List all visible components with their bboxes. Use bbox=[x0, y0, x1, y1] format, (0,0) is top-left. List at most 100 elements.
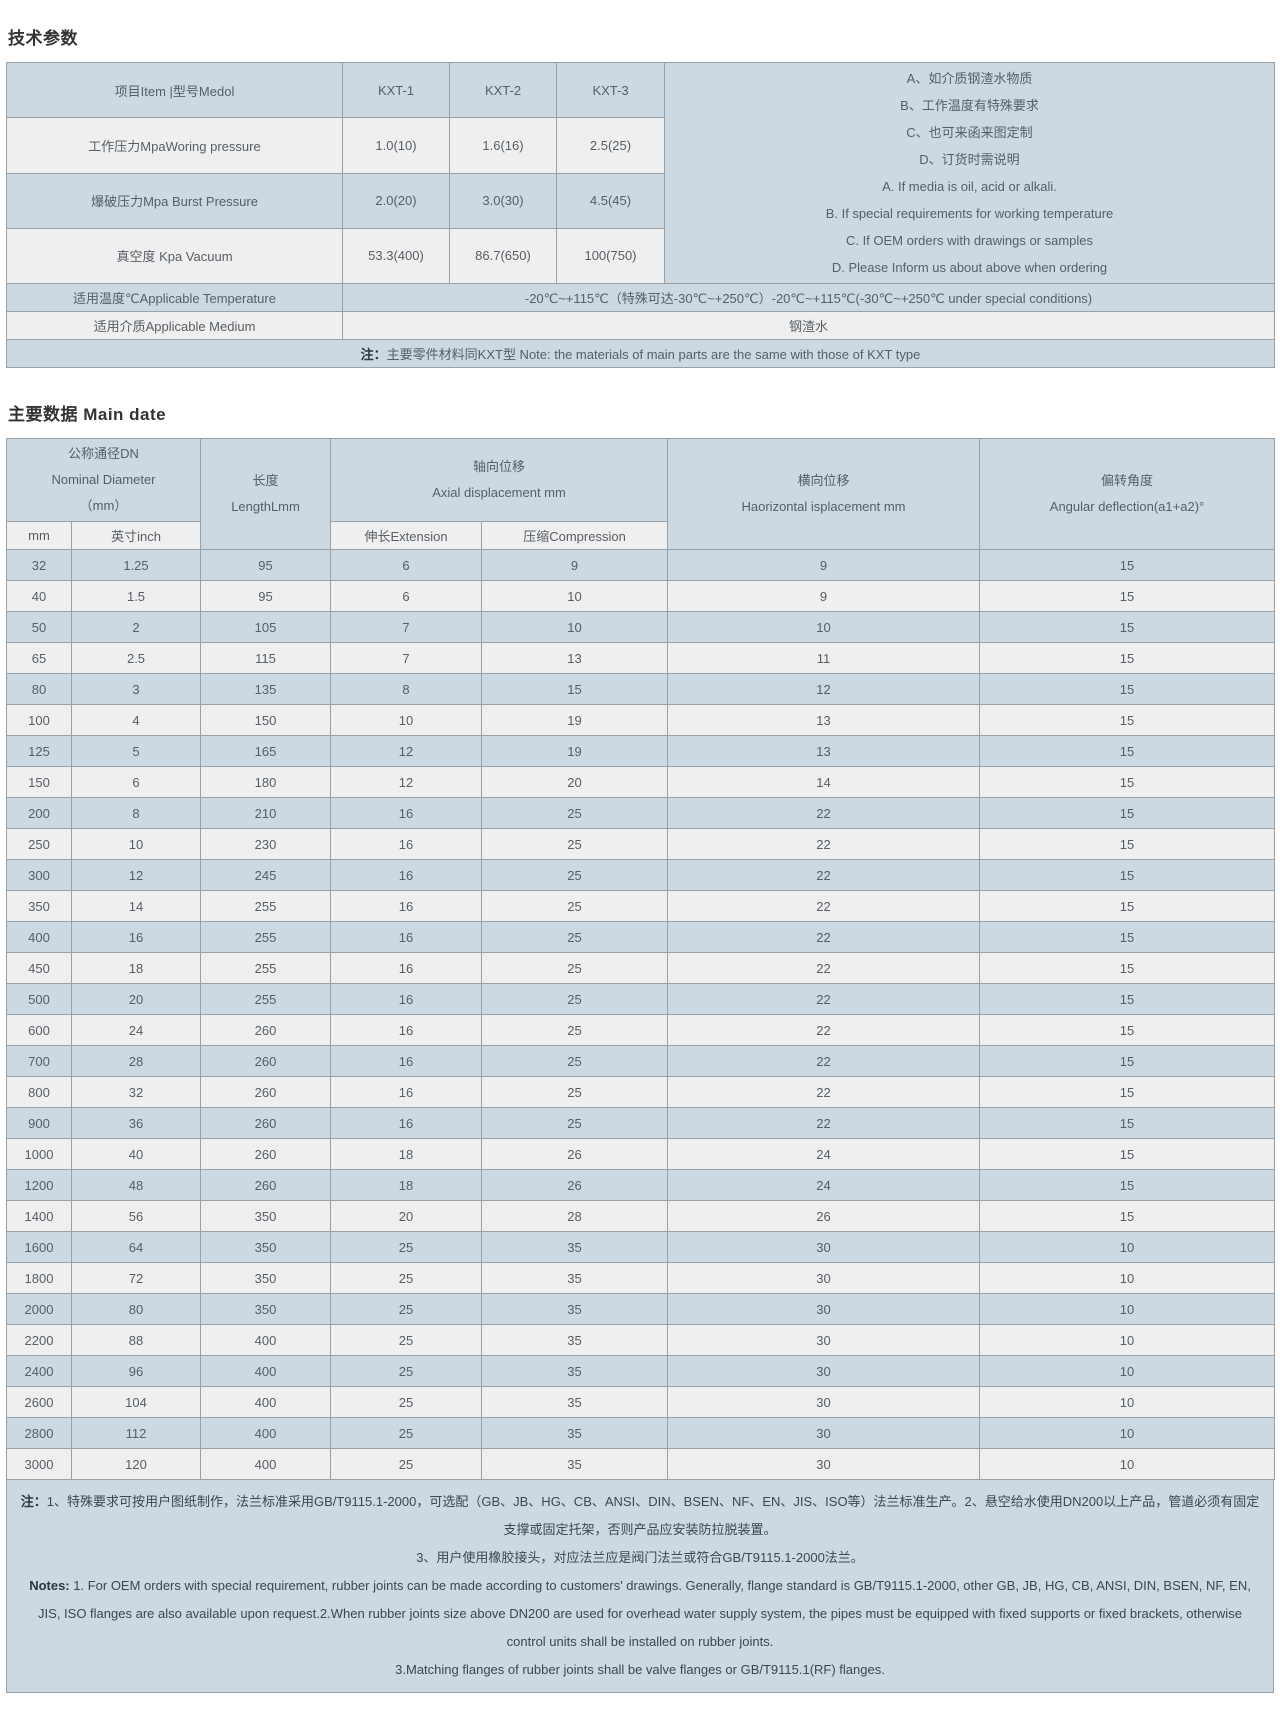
main-table-cell: 104 bbox=[72, 1387, 201, 1418]
main-table-cell: 22 bbox=[668, 984, 980, 1015]
main-table-cell: 22 bbox=[668, 860, 980, 891]
main-table-cell: 10 bbox=[72, 829, 201, 860]
main-table-cell: 25 bbox=[331, 1325, 482, 1356]
main-table-cell: 100 bbox=[7, 705, 72, 736]
main-table-cell: 16 bbox=[331, 953, 482, 984]
main-table-cell: 15 bbox=[980, 1108, 1275, 1139]
main-table-cell: 20 bbox=[331, 1201, 482, 1232]
main-table-cell: 105 bbox=[201, 612, 331, 643]
main-table-cell: 35 bbox=[482, 1325, 668, 1356]
main-table-cell: 40 bbox=[7, 581, 72, 612]
main-table-row: 5021057101015 bbox=[7, 612, 1275, 643]
main-table-cell: 35 bbox=[482, 1387, 668, 1418]
main-table-cell: 1000 bbox=[7, 1139, 72, 1170]
main-table-cell: 35 bbox=[482, 1263, 668, 1294]
main-table-row: 4501825516252215 bbox=[7, 953, 1275, 984]
main-table-cell: 22 bbox=[668, 1077, 980, 1108]
main-table-cell: 25 bbox=[331, 1387, 482, 1418]
main-table-cell: 255 bbox=[201, 953, 331, 984]
main-table-row: 9003626016252215 bbox=[7, 1108, 1275, 1139]
value-cell: 4.5(45) bbox=[557, 173, 665, 228]
main-data-body: 321.259569915401.59561091550210571010156… bbox=[7, 550, 1275, 1480]
main-table-cell: 7 bbox=[331, 612, 482, 643]
main-table-cell: 6 bbox=[331, 550, 482, 581]
extension-subheader: 伸长Extension bbox=[331, 522, 482, 550]
main-table-row: 200821016252215 bbox=[7, 798, 1275, 829]
main-table-row: 280011240025353010 bbox=[7, 1418, 1275, 1449]
main-table-cell: 255 bbox=[201, 891, 331, 922]
main-table-cell: 88 bbox=[72, 1325, 201, 1356]
main-table-cell: 64 bbox=[72, 1232, 201, 1263]
main-table-cell: 25 bbox=[482, 891, 668, 922]
main-table-cell: 12 bbox=[331, 767, 482, 798]
main-table-cell: 19 bbox=[482, 705, 668, 736]
main-table-cell: 16 bbox=[72, 922, 201, 953]
main-table-cell: 22 bbox=[668, 798, 980, 829]
main-table-cell: 22 bbox=[668, 1108, 980, 1139]
main-table-cell: 16 bbox=[331, 798, 482, 829]
row-label: 工作压力MpaWoring pressure bbox=[7, 118, 343, 173]
value-cell: 2.0(20) bbox=[343, 173, 450, 228]
main-table-cell: 24 bbox=[668, 1170, 980, 1201]
main-table-row: 8003226016252215 bbox=[7, 1077, 1275, 1108]
main-table-cell: 13 bbox=[668, 705, 980, 736]
angular-header: 偏转角度 Angular deflection(a1+a2)° bbox=[980, 439, 1275, 550]
main-table-cell: 260 bbox=[201, 1015, 331, 1046]
tech-header-kxt2: KXT-2 bbox=[450, 63, 557, 118]
main-table-cell: 18 bbox=[331, 1170, 482, 1201]
main-table-cell: 25 bbox=[331, 1263, 482, 1294]
footnote-cn: 注：1、特殊要求可按用户图纸制作，法兰标准采用GB/T9115.1-2000，可… bbox=[19, 1488, 1261, 1544]
main-table-cell: 15 bbox=[980, 767, 1275, 798]
main-table-row: 24009640025353010 bbox=[7, 1356, 1275, 1387]
main-table-cell: 15 bbox=[980, 1046, 1275, 1077]
main-table-row: 16006435025353010 bbox=[7, 1232, 1275, 1263]
main-table-cell: 180 bbox=[201, 767, 331, 798]
main-table-row: 150618012201415 bbox=[7, 767, 1275, 798]
main-table-cell: 14 bbox=[72, 891, 201, 922]
main-table-cell: 96 bbox=[72, 1356, 201, 1387]
main-table-cell: 25 bbox=[482, 922, 668, 953]
main-table-cell: 1400 bbox=[7, 1201, 72, 1232]
main-table-cell: 260 bbox=[201, 1046, 331, 1077]
main-table-cell: 2800 bbox=[7, 1418, 72, 1449]
main-table-cell: 115 bbox=[201, 643, 331, 674]
main-table-cell: 2600 bbox=[7, 1387, 72, 1418]
main-table-cell: 26 bbox=[668, 1201, 980, 1232]
main-table-cell: 10 bbox=[980, 1449, 1275, 1480]
spec-sheet-page: 技术参数 项目Item |型号Medol KXT-1 KXT-2 KXT-3 A… bbox=[0, 24, 1280, 1693]
main-table-cell: 15 bbox=[980, 1077, 1275, 1108]
main-table-cell: 400 bbox=[201, 1449, 331, 1480]
main-table-cell: 22 bbox=[668, 1046, 980, 1077]
main-table-cell: 15 bbox=[980, 705, 1275, 736]
ordering-note-line: C、也可来函来图定制 bbox=[669, 119, 1270, 146]
main-table-cell: 25 bbox=[331, 1232, 482, 1263]
tech-header-kxt3: KXT-3 bbox=[557, 63, 665, 118]
medium-value: 钢渣水 bbox=[343, 312, 1275, 340]
main-table-cell: 2.5 bbox=[72, 643, 201, 674]
ordering-note-line: D、订货时需说明 bbox=[669, 146, 1270, 173]
compression-subheader: 压缩Compression bbox=[482, 522, 668, 550]
main-table-cell: 450 bbox=[7, 953, 72, 984]
main-table-cell: 10 bbox=[980, 1232, 1275, 1263]
main-table-cell: 25 bbox=[331, 1418, 482, 1449]
mm-subheader: mm bbox=[7, 522, 72, 550]
main-table-cell: 900 bbox=[7, 1108, 72, 1139]
main-table-cell: 500 bbox=[7, 984, 72, 1015]
main-table-cell: 95 bbox=[201, 550, 331, 581]
dn-header: 公称通径DN Nominal Diameter （mm） bbox=[7, 439, 201, 522]
main-table-cell: 400 bbox=[201, 1418, 331, 1449]
main-table-cell: 30 bbox=[668, 1232, 980, 1263]
main-table-cell: 255 bbox=[201, 922, 331, 953]
main-table-cell: 4 bbox=[72, 705, 201, 736]
main-table-cell: 1600 bbox=[7, 1232, 72, 1263]
main-table-cell: 30 bbox=[668, 1325, 980, 1356]
main-table-cell: 16 bbox=[331, 1015, 482, 1046]
main-table-cell: 150 bbox=[7, 767, 72, 798]
main-table-cell: 15 bbox=[980, 1139, 1275, 1170]
main-table-row: 7002826016252215 bbox=[7, 1046, 1275, 1077]
main-table-row: 8031358151215 bbox=[7, 674, 1275, 705]
main-table-cell: 15 bbox=[980, 860, 1275, 891]
temperature-value: -20℃~+115℃（特殊可达-30℃~+250℃）-20℃~+115℃(-30… bbox=[343, 284, 1275, 312]
temperature-row: 适用温度℃Applicable Temperature -20℃~+115℃（特… bbox=[7, 284, 1275, 312]
main-table-cell: 10 bbox=[482, 581, 668, 612]
